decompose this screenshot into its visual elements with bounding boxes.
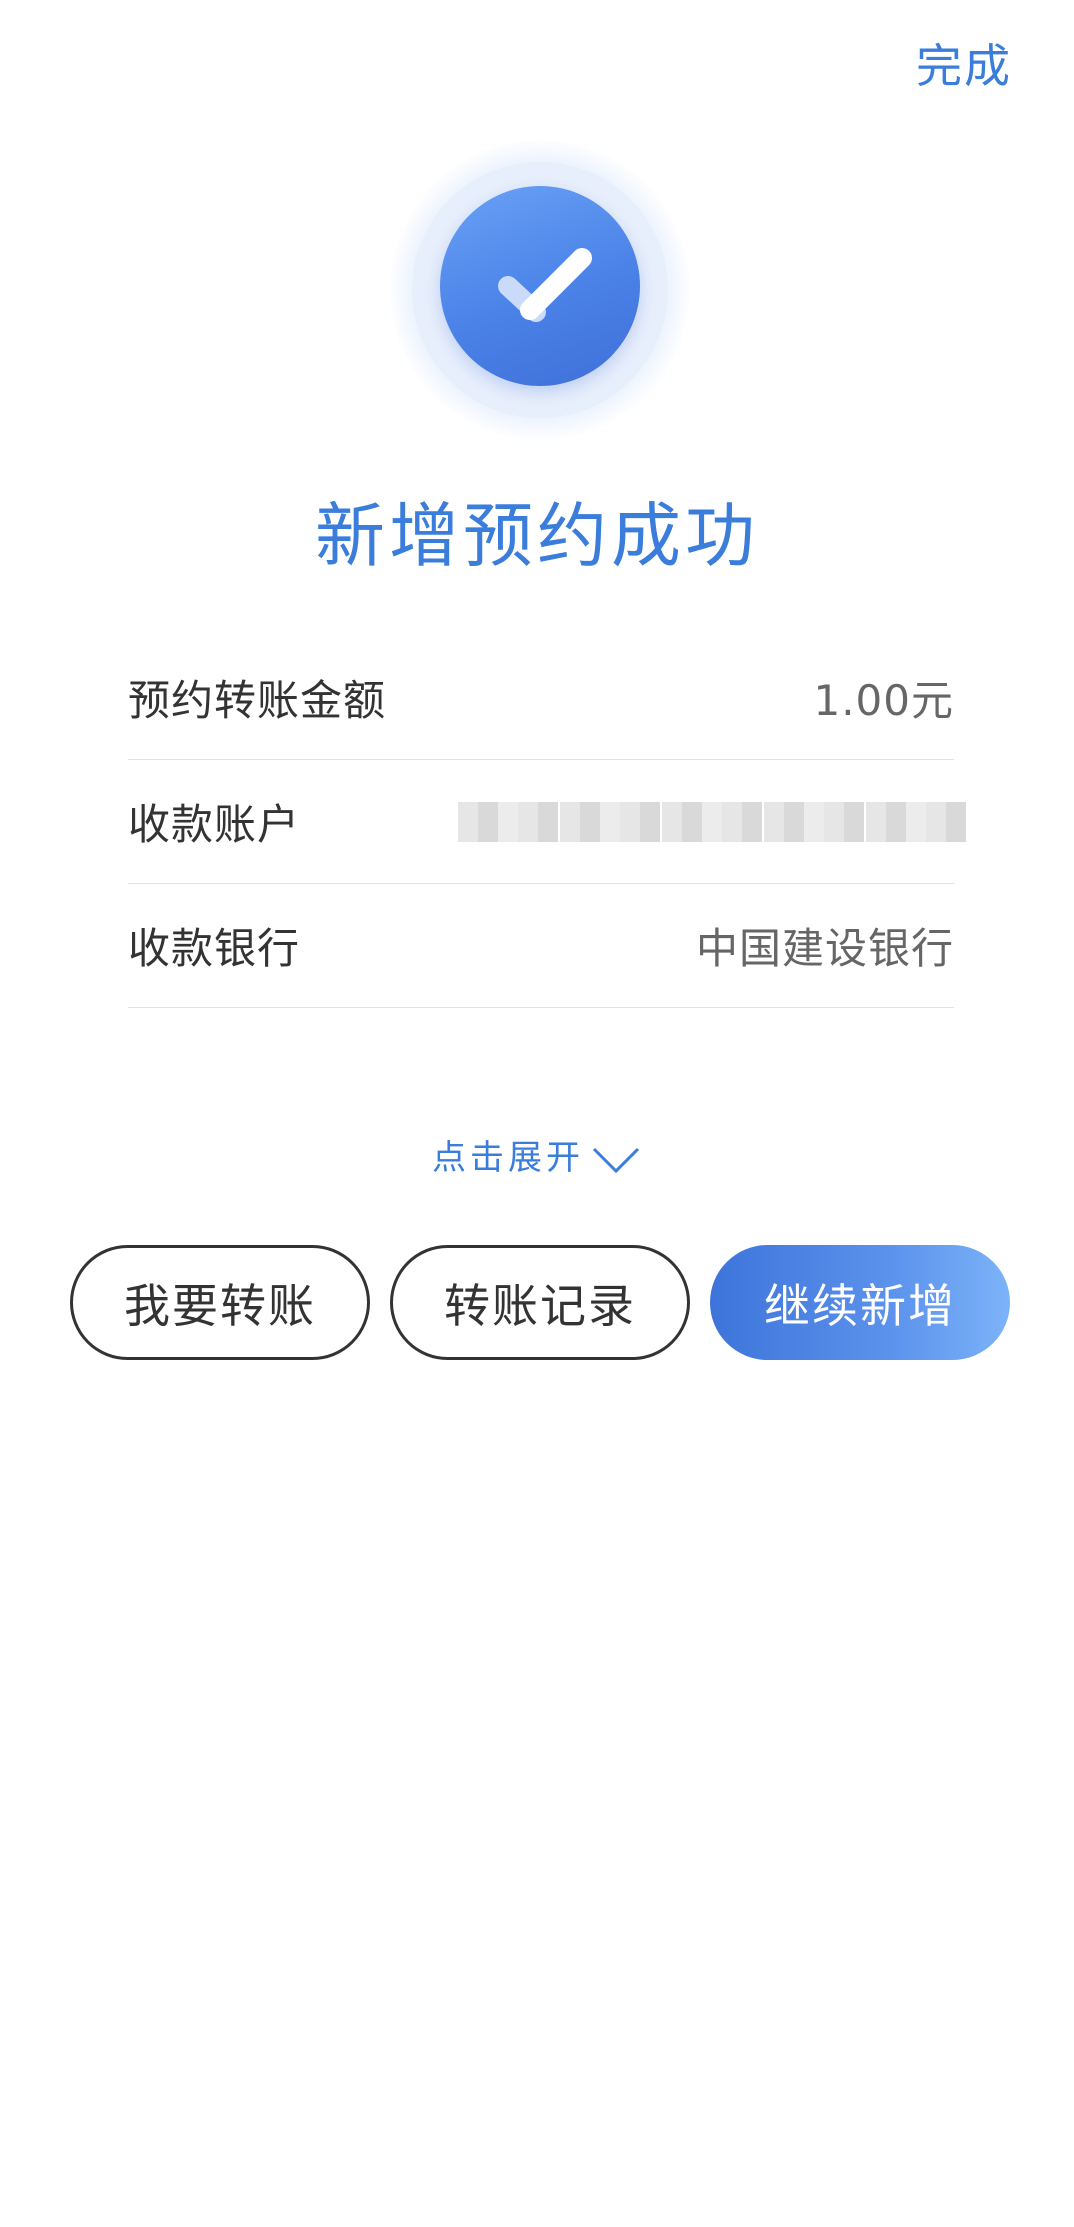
page-title: 新增预约成功	[315, 495, 759, 577]
expand-toggle[interactable]: 点击展开	[0, 1130, 1074, 1179]
chevron-down-icon	[592, 1147, 640, 1173]
bank-value: 中国建设银行	[695, 924, 954, 973]
action-buttons: 我要转账 转账记录 继续新增	[70, 1245, 1014, 1360]
done-button[interactable]: 完成	[916, 30, 1012, 96]
amount-value: 1.00元	[813, 676, 954, 725]
check-circle-icon	[440, 186, 640, 386]
transfer-records-button[interactable]: 转账记录	[390, 1245, 690, 1360]
detail-row-amount: 预约转账金额 1.00元	[128, 636, 954, 760]
detail-row-account: 收款账户	[128, 760, 966, 884]
bank-label: 收款银行	[128, 924, 301, 973]
expand-label: 点击展开	[432, 1138, 584, 1178]
account-label: 收款账户	[128, 800, 301, 849]
detail-row-bank: 收款银行 中国建设银行	[128, 884, 954, 1008]
transfer-button[interactable]: 我要转账	[70, 1245, 370, 1360]
detail-list: 预约转账金额 1.00元 收款账户 收款银行 中国建设银行	[128, 636, 966, 1008]
amount-label: 预约转账金额	[128, 676, 387, 725]
account-value-masked	[456, 801, 966, 842]
continue-add-button[interactable]: 继续新增	[710, 1245, 1010, 1360]
